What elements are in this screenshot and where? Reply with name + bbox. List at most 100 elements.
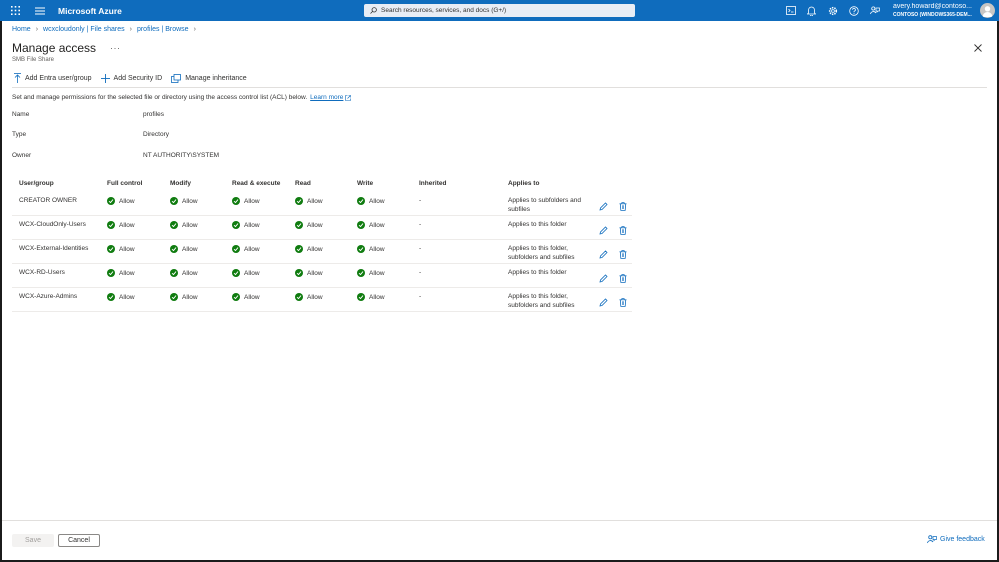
bell-icon[interactable] [801,0,822,21]
brand-title[interactable]: Microsoft Azure [58,6,122,16]
page-subtitle: SMB File Share [12,57,55,63]
edit-icon[interactable] [597,296,609,308]
delete-icon[interactable] [617,200,629,212]
top-bar: Microsoft Azure Search resources, servic… [0,0,999,21]
column-header[interactable]: Read & execute [232,180,280,187]
table-row[interactable]: CREATOR OWNER Allow Allow Allow Allow Allow - A… [12,192,632,216]
hamburger-icon[interactable] [30,0,50,21]
delete-icon[interactable] [617,224,629,236]
toolbar-divider [12,87,987,88]
table-row[interactable]: WCX-CloudOnly-Users Allow Allow Allow Allow A… [12,216,632,240]
applies-to-value: Applies to this folder [508,221,567,228]
delete-icon[interactable] [617,296,629,308]
permission-modify: Allow [170,197,198,205]
give-feedback-link[interactable]: Give feedback [927,535,985,544]
permission-read: Allow [295,221,323,229]
more-options-button[interactable]: ··· [110,43,121,53]
inherited-value: - [419,269,422,276]
checkmark-icon [295,221,303,229]
table-row[interactable]: WCX-Azure-Admins Allow Allow Allow Allow Allo… [12,288,632,312]
column-header[interactable]: Inherited [419,180,446,187]
account-info[interactable]: avery.howard@contoso... CONTOSO (WINDOWS… [893,3,975,19]
breadcrumb-file-shares[interactable]: wcxcloudonly | File shares [43,26,125,33]
external-link-icon [345,94,352,101]
cloud-shell-icon[interactable] [780,0,801,21]
upload-icon [14,73,21,83]
edit-icon[interactable] [597,224,609,236]
property-label: Owner [12,152,32,159]
column-header[interactable]: Modify [170,180,191,187]
permission-modify: Allow [170,293,198,301]
property-label: Name [12,111,30,118]
permission-read: Allow [295,269,323,277]
permission-full: Allow [107,197,135,205]
search-placeholder: Search resources, services, and docs (G+… [381,7,507,14]
checkmark-icon [107,293,115,301]
permission-full: Allow [107,269,135,277]
user-group-name: WCX-RD-Users [19,269,65,276]
checkmark-icon [295,245,303,253]
account-user: avery.howard@contoso... [893,3,972,10]
permission-write: Allow [357,197,385,205]
checkmark-icon [232,197,240,205]
property-value: profiles [143,111,164,118]
footer-divider [2,520,997,521]
edit-icon[interactable] [597,248,609,260]
gear-icon[interactable] [822,0,843,21]
feedback-icon [927,535,937,544]
manage-inheritance-button[interactable]: Manage inheritance [171,73,247,83]
permission-write: Allow [357,269,385,277]
page-title: Manage access [12,41,97,55]
waffle-icon[interactable] [0,0,30,21]
checkmark-icon [357,269,365,277]
checkmark-icon [357,197,365,205]
table-row[interactable]: WCX-RD-Users Allow Allow Allow Allow Allow - Ap… [12,264,632,288]
column-header[interactable]: Write [357,180,373,187]
table-row[interactable]: WCX-External-Identities Allow Allow Allow Al… [12,240,632,264]
permission-modify: Allow [170,269,198,277]
inherited-value: - [419,293,422,300]
feedback-icon[interactable] [864,0,885,21]
add-security-id-button[interactable]: Add Security ID [100,73,162,83]
checkmark-icon [107,197,115,205]
permission-full: Allow [107,245,135,253]
checkmark-icon [170,269,178,277]
user-group-name: CREATOR OWNER [19,197,77,204]
cancel-button[interactable]: Cancel [58,534,100,547]
column-header[interactable]: User/group [19,180,54,187]
delete-icon[interactable] [617,272,629,284]
permission-readexec: Allow [232,221,260,229]
breadcrumb-home[interactable]: Home [12,26,31,33]
command-bar: Add Entra user/group Add Security ID Man… [14,72,256,84]
table-header: User/group Full control Modify Read & ex… [12,178,632,192]
applies-to-value: Applies to this folder, subfolders and s… [508,245,575,261]
avatar[interactable] [980,3,995,18]
description-text: Set and manage permissions for the selec… [12,94,308,101]
plus-icon [100,73,110,83]
column-header[interactable]: Full control [107,180,142,187]
search-icon [370,7,377,14]
close-icon[interactable] [972,42,984,54]
edit-icon[interactable] [597,200,609,212]
description: Set and manage permissions for the selec… [12,94,352,101]
permission-readexec: Allow [232,245,260,253]
checkmark-icon [232,269,240,277]
edit-icon[interactable] [597,272,609,284]
breadcrumb: Home › wcxcloudonly | File shares › prof… [12,26,201,33]
user-group-name: WCX-CloudOnly-Users [19,221,86,228]
column-header[interactable]: Read [295,180,311,187]
breadcrumb-browse[interactable]: profiles | Browse [137,26,189,33]
checkmark-icon [232,293,240,301]
save-button[interactable]: Save [12,534,54,547]
column-header[interactable]: Applies to [508,180,594,189]
checkmark-icon [295,197,303,205]
delete-icon[interactable] [617,248,629,260]
search-box[interactable]: Search resources, services, and docs (G+… [364,4,635,17]
user-group-name: WCX-Azure-Admins [19,293,78,300]
permission-write: Allow [357,245,385,253]
user-group-name: WCX-External-Identities [19,245,89,252]
permission-read: Allow [295,197,323,205]
learn-more-link[interactable]: Learn more [310,94,343,101]
help-icon[interactable] [843,0,864,21]
add-entra-user-group-button[interactable]: Add Entra user/group [14,73,92,83]
